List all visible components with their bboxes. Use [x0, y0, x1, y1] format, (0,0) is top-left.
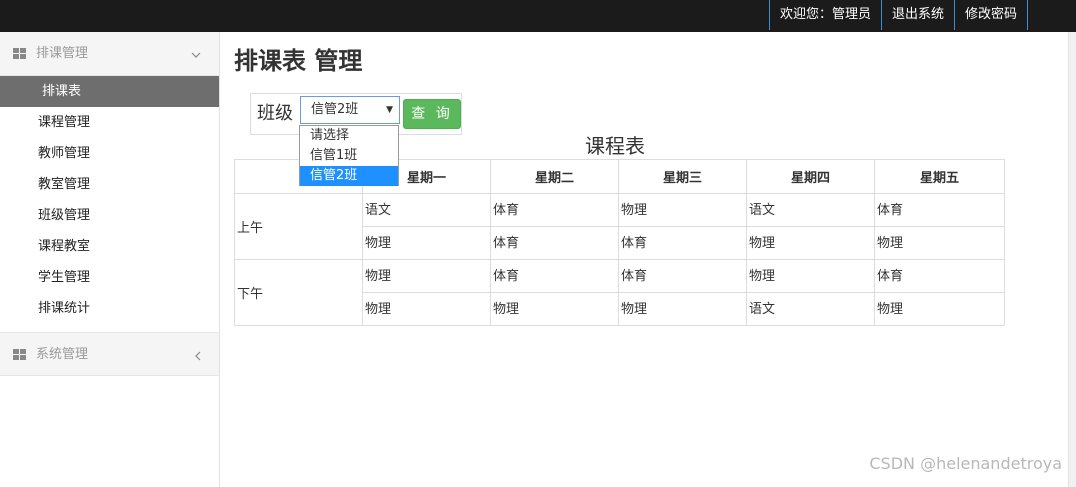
sidebar-item[interactable]: 教师管理	[0, 138, 219, 169]
sidebar-item[interactable]: 班级管理	[0, 200, 219, 231]
period-label: 下午	[234, 259, 363, 326]
class-label: 班级	[257, 103, 293, 124]
course-cell: 语文	[362, 193, 491, 227]
course-cell: 体育	[490, 193, 619, 227]
class-option[interactable]: 信管2班	[300, 166, 398, 186]
table-row: 上午 语文 体育 物理 语文 体育	[234, 193, 1005, 260]
query-button[interactable]: 查 询	[403, 99, 461, 129]
page-title: 排课表 管理	[234, 47, 363, 75]
course-cell: 物理	[746, 259, 875, 293]
top-bar: 欢迎您：管理员 退出系统 修改密码	[0, 0, 1076, 32]
chevron-down-icon	[191, 32, 201, 76]
sidebar-item[interactable]: 学生管理	[0, 262, 219, 293]
watermark: CSDN @helenandetroya	[869, 454, 1062, 473]
sidebar-item[interactable]: 排课表	[0, 76, 219, 107]
course-cell: 物理	[874, 226, 1005, 260]
course-cell: 物理	[874, 292, 1005, 326]
sidebar-group-label: 系统管理	[36, 347, 89, 362]
table-header-cell: 星期五	[874, 159, 1005, 194]
course-cell: 体育	[874, 193, 1005, 227]
sidebar-group-label: 排课管理	[36, 46, 89, 61]
course-cell: 体育	[490, 259, 619, 293]
table-header-cell: 星期二	[490, 159, 619, 194]
course-cell: 体育	[490, 226, 619, 260]
sidebar-menu: 排课表 课程管理 教师管理 教室管理 班级管理 课程教室 学生管理 排课统计	[0, 76, 219, 324]
sidebar-item[interactable]: 课程教室	[0, 231, 219, 262]
caret-down-icon: ▼	[386, 105, 393, 115]
course-cell: 体育	[618, 226, 747, 260]
grid-icon	[13, 349, 26, 361]
period-label: 上午	[234, 193, 363, 260]
logout-link[interactable]: 退出系统	[880, 0, 954, 30]
table-row: 下午 物理 体育 体育 物理 体育	[234, 259, 1005, 326]
sidebar-group-schedule[interactable]: 排课管理	[0, 32, 219, 76]
course-cell: 体育	[618, 259, 747, 293]
course-cell: 物理	[746, 226, 875, 260]
class-option[interactable]: 请选择	[300, 126, 398, 146]
course-cell: 物理	[618, 292, 747, 326]
welcome-user-link[interactable]: 欢迎您：管理员	[768, 0, 881, 30]
table-header-cell: 星期三	[618, 159, 747, 194]
course-cell: 物理	[362, 292, 491, 326]
class-select-value: 信管2班	[311, 102, 359, 117]
sidebar-item[interactable]: 课程管理	[0, 107, 219, 138]
course-cell: 体育	[874, 259, 1005, 293]
course-cell: 物理	[362, 226, 491, 260]
grid-icon	[13, 48, 26, 60]
course-cell: 物理	[618, 193, 747, 227]
change-password-link[interactable]: 修改密码	[953, 0, 1028, 30]
course-cell: 语文	[746, 193, 875, 227]
top-nav: 欢迎您：管理员 退出系统 修改密码	[768, 0, 1028, 30]
class-select[interactable]: 信管2班 ▼	[300, 96, 400, 124]
sidebar-item[interactable]: 排课统计	[0, 293, 219, 324]
sidebar-item[interactable]: 教室管理	[0, 169, 219, 200]
course-cell: 物理	[362, 259, 491, 293]
course-cell: 物理	[490, 292, 619, 326]
sidebar: 排课管理 排课表 课程管理 教师管理 教室管理 班级管理 课程教室 学生管理 排课统计 系统管…	[0, 32, 220, 487]
table-header-cell: 星期四	[746, 159, 875, 194]
chevron-left-icon	[195, 333, 201, 377]
class-select-dropdown: 请选择 信管1班 信管2班	[299, 125, 399, 186]
page-scrollbar[interactable]	[1068, 32, 1076, 487]
table-caption: 课程表	[585, 134, 645, 158]
course-cell: 语文	[746, 292, 875, 326]
class-option[interactable]: 信管1班	[300, 146, 398, 166]
sidebar-group-system[interactable]: 系统管理	[0, 332, 219, 376]
